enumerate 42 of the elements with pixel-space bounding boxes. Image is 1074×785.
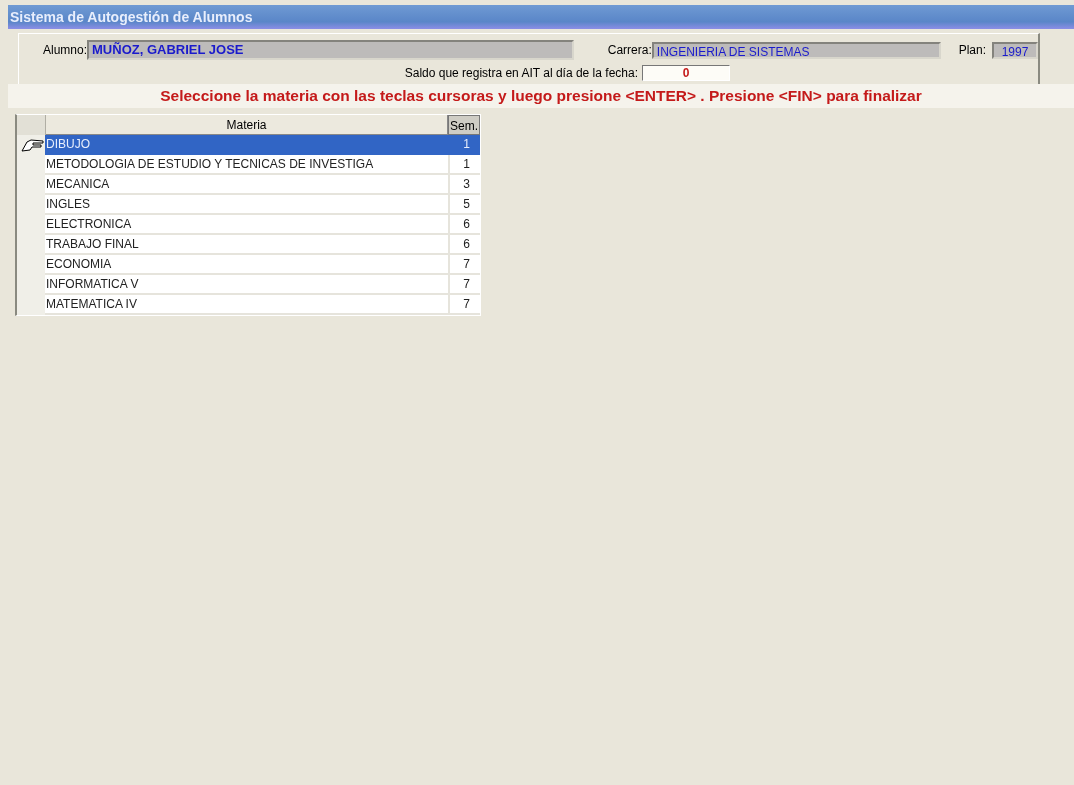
table-cell: 7	[448, 275, 480, 295]
header-corner-cell	[17, 115, 46, 135]
student-label: Alumno:	[43, 43, 88, 57]
table-cell: 6	[448, 215, 480, 235]
balance-field: 0	[642, 65, 730, 81]
column-header[interactable]: Sem.	[448, 115, 480, 135]
instruction-text: Seleccione la materia con las teclas cursoras y luego presione <ENTER> . Presione <FIN> para finalizar	[160, 87, 922, 105]
table-cell: ECONOMIA	[45, 255, 448, 275]
table-row[interactable]: INGLES 5	[17, 195, 480, 215]
table-cell: 7	[448, 255, 480, 275]
table-row[interactable]: INFORMATICA V 7	[17, 275, 480, 295]
table-row[interactable]: METODOLOGIA DE ESTUDIO Y TECNICAS DE INVESTIGA 1	[17, 155, 480, 175]
career-label: Carrera:	[607, 43, 652, 57]
student-field: MUÑOZ, GABRIEL JOSE	[87, 40, 574, 60]
career-field: INGENIERIA DE SISTEMAS	[651, 41, 941, 59]
table-row[interactable]: ELECTRONICA 6	[17, 215, 480, 235]
table-row[interactable]: DIBUJO 1	[17, 135, 480, 155]
window-title: Sistema de Autogestión de Alumnos	[10, 9, 253, 25]
plan-label: Plan:	[958, 43, 986, 57]
table-cell: INGLES	[45, 195, 448, 215]
plan-field: 1997	[992, 41, 1038, 59]
table-cell: 1	[448, 135, 480, 155]
table-cell: 3	[448, 175, 480, 195]
table-cell: MATEMATICA IV	[45, 295, 448, 315]
table-row[interactable]: MATEMATICA IV 7	[17, 295, 480, 315]
table-row[interactable]: TRABAJO FINAL 6	[17, 235, 480, 255]
pointing-hand-icon	[21, 138, 45, 152]
table-cell: DIBUJO	[45, 135, 448, 155]
table-cell: 7	[448, 295, 480, 315]
table-cell: INFORMATICA V	[45, 275, 448, 295]
table-cell: 6	[448, 235, 480, 255]
table-row[interactable]: ECONOMIA 7	[17, 255, 480, 275]
balance-label: Saldo que registra en AIT al día de la fecha:	[404, 66, 638, 80]
table-cell: MECANICA	[45, 175, 448, 195]
subjects-grid[interactable]: Materia Sem. DIBUJO 1 METODOLOGIA DE ESTUDIO Y TECNICAS DE INVESTIGA 1 MECANICA 3 INGLES 5 ELECTRONICA 6 TRABAJO FINAL 6 ECONOMIA 7 INFORMATICA V 7 MATEMATICA IV 7	[15, 114, 481, 316]
table-cell: METODOLOGIA DE ESTUDIO Y TECNICAS DE INVESTIGA	[45, 155, 448, 175]
table-cell: 1	[448, 155, 480, 175]
table-cell: TRABAJO FINAL	[45, 235, 448, 255]
table-cell: 5	[448, 195, 480, 215]
table-cell: ELECTRONICA	[45, 215, 448, 235]
table-row[interactable]: MECANICA 3	[17, 175, 480, 195]
column-header[interactable]: Materia	[46, 115, 448, 135]
